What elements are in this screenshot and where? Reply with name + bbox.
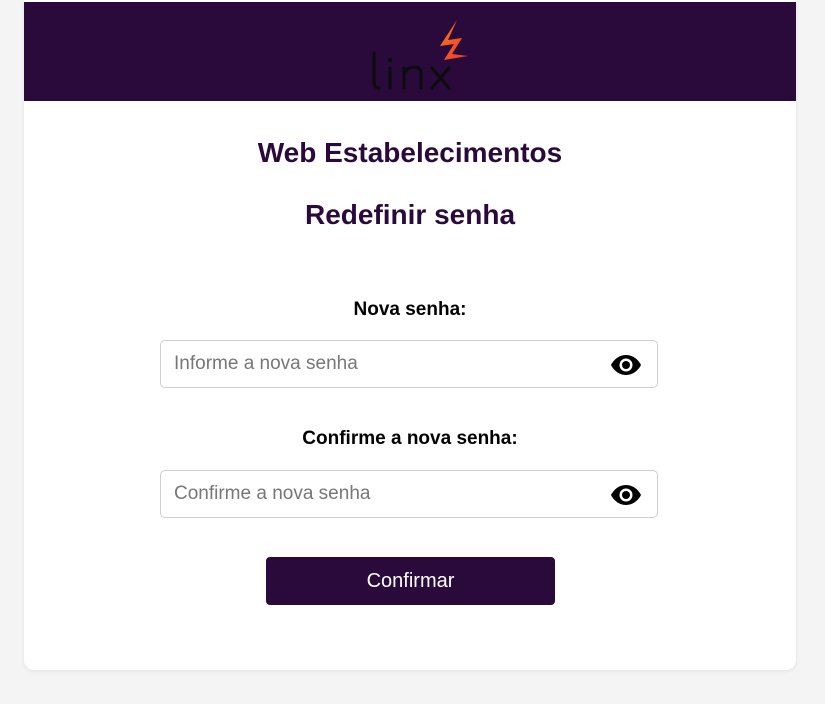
- linx-logo: [344, 16, 474, 96]
- reset-password-card: Web Estabelecimentos Redefinir senha Nov…: [24, 0, 796, 670]
- page-title: Redefinir senha: [304, 199, 516, 230]
- confirm-password-field: [160, 470, 658, 518]
- linx-logo-icon: [372, 20, 468, 90]
- new-password-label: Nova senha:: [353, 299, 467, 320]
- confirm-button[interactable]: Confirmar: [266, 557, 555, 605]
- confirm-password-input[interactable]: [161, 471, 601, 517]
- app-title: Web Estabelecimentos: [257, 137, 563, 168]
- new-password-input[interactable]: [161, 341, 601, 387]
- confirm-password-label: Confirme a nova senha:: [302, 428, 518, 449]
- header-bar: [24, 2, 796, 101]
- eye-icon[interactable]: [610, 353, 642, 377]
- eye-icon[interactable]: [610, 483, 642, 507]
- new-password-field: [160, 340, 658, 388]
